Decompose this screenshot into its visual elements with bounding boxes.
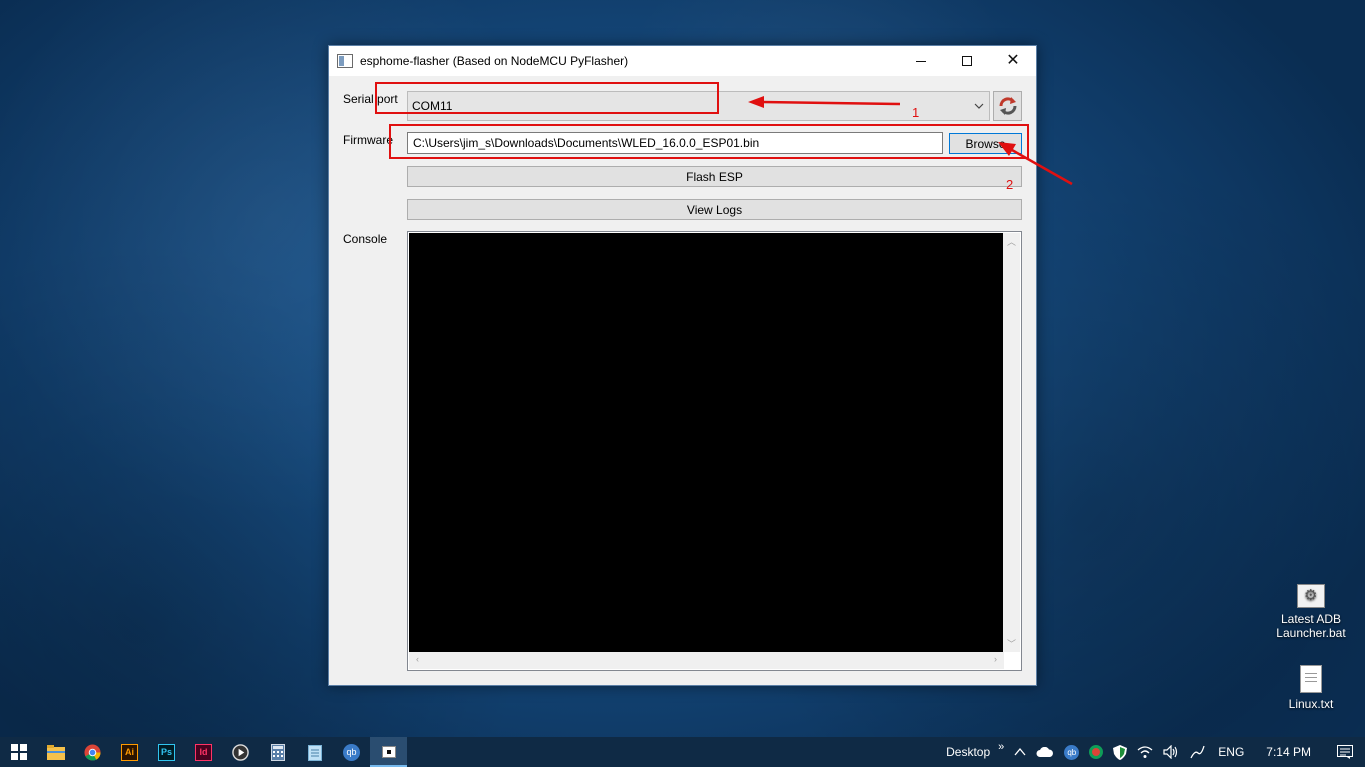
tray-pen[interactable] [1184,737,1210,767]
tray-network[interactable] [1132,737,1158,767]
taskbar-media-player[interactable] [222,737,259,767]
taskbar-file-explorer[interactable] [37,737,74,767]
qbittorrent-icon: qb [343,743,360,761]
tray-volume[interactable] [1158,737,1184,767]
wifi-icon [1137,746,1153,758]
scroll-down-icon[interactable]: ﹀ [1003,637,1020,650]
calculator-icon [270,743,285,761]
notification-icon [1337,745,1353,759]
app-window-icon [381,746,396,758]
tray-chrome[interactable] [1084,737,1108,767]
console-text-area[interactable] [409,233,1004,652]
flash-esp-button[interactable]: Flash ESP [407,166,1022,187]
taskbar-calculator[interactable] [259,737,296,767]
annotation-number-2: 2 [1006,177,1014,192]
toolbar-expand-icon: » [998,741,1005,753]
console-label: Console [343,232,388,246]
taskbar-indesign[interactable]: Id [185,737,222,767]
notepad-icon [307,744,322,761]
desktop-icon-label: Linux.txt [1288,697,1334,711]
volume-icon [1163,745,1178,759]
chrome-tray-icon [1089,745,1104,759]
illustrator-icon: Ai [121,743,138,761]
taskbar: Ai Ps Id qb Desktop » qb ENG 7:14 PM [0,737,1365,767]
refresh-icon [998,97,1017,115]
chrome-icon [84,743,101,761]
annotation-number-1: 1 [912,105,920,120]
tray-qbittorrent[interactable]: qb [1059,737,1084,767]
tray-language[interactable]: ENG [1210,737,1252,767]
action-center-button[interactable] [1325,737,1365,767]
tray-defender[interactable] [1108,737,1132,767]
pen-icon [1190,745,1205,759]
annotation-box-serial [375,82,719,114]
horizontal-scrollbar[interactable]: ‹ › [409,652,1004,669]
desktop-toolbar-label: Desktop [946,745,991,759]
view-logs-button[interactable]: View Logs [407,199,1022,220]
desktop-icon-adb-launcher[interactable]: Latest ADB Launcher.bat [1271,584,1351,640]
play-icon [232,743,249,761]
indesign-icon: Id [195,743,212,761]
taskbar-chrome[interactable] [74,737,111,767]
clock-time: 7:14 PM [1266,745,1311,759]
chevron-up-icon [1014,747,1026,756]
taskbar-illustrator[interactable]: Ai [111,737,148,767]
taskbar-esphome-flasher[interactable] [370,737,407,767]
photoshop-icon: Ps [158,743,175,761]
shield-icon [1113,744,1128,760]
tray-onedrive[interactable] [1031,737,1059,767]
taskbar-photoshop[interactable]: Ps [148,737,185,767]
desktop-icon-label: Latest ADB Launcher.bat [1276,612,1346,640]
scroll-right-icon[interactable]: › [987,654,1004,664]
tray-overflow-button[interactable] [1009,737,1031,767]
scroll-left-icon[interactable]: ‹ [409,654,426,664]
desktop-icon-linux-txt[interactable]: Linux.txt [1271,665,1351,711]
refresh-ports-button[interactable] [993,91,1022,121]
firmware-label: Firmware [343,133,393,147]
tray-clock[interactable]: 7:14 PM [1252,737,1325,767]
taskbar-notepad[interactable] [296,737,333,767]
console-output[interactable]: ︿ ﹀ ‹ › [407,231,1022,671]
desktop-toolbar[interactable]: Desktop » [941,737,1009,767]
folder-icon [46,744,65,760]
start-button[interactable] [0,737,37,767]
scroll-up-icon[interactable]: ︿ [1003,235,1020,248]
vertical-scrollbar[interactable]: ︿ ﹀ [1003,233,1020,652]
batch-file-icon [1297,584,1325,608]
text-file-icon [1300,665,1322,693]
chevron-down-icon [974,103,984,109]
taskbar-qbittorrent[interactable]: qb [333,737,370,767]
cloud-icon [1036,746,1054,757]
annotation-box-firmware [389,124,1029,159]
language-indicator: ENG [1218,745,1245,759]
qbittorrent-tray-icon: qb [1064,744,1080,760]
system-tray: Desktop » qb ENG 7:14 PM [941,737,1365,767]
windows-logo-icon [10,744,27,760]
